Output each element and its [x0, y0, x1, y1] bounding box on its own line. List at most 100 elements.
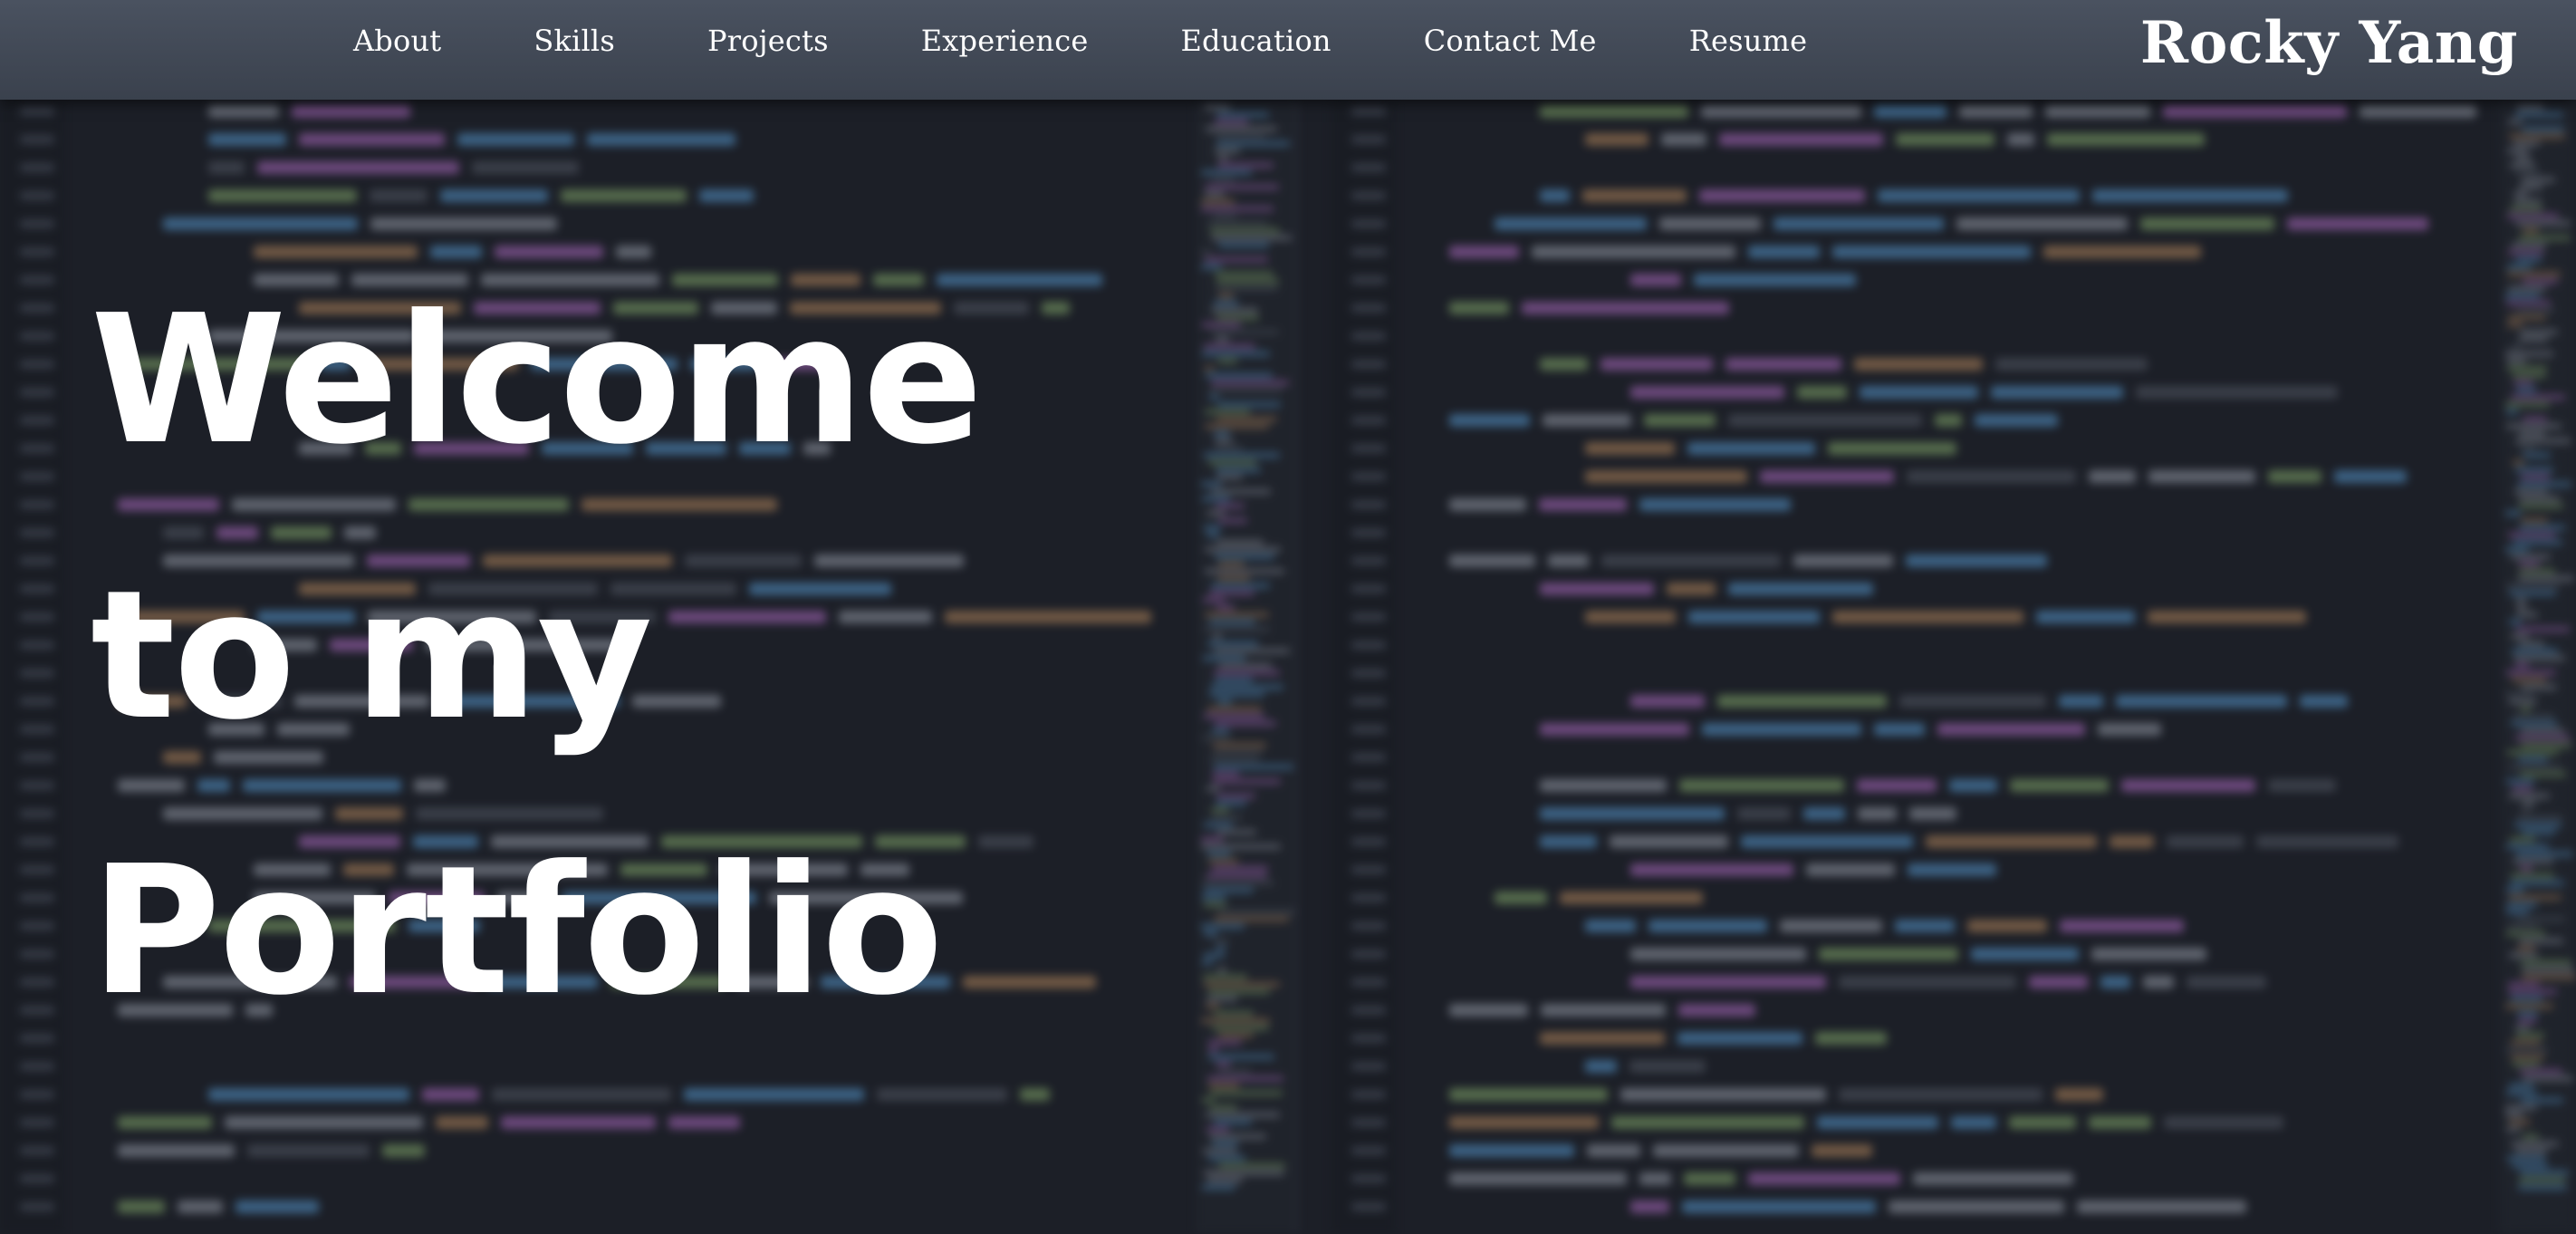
code-token [1610, 835, 1728, 848]
code-token [225, 1116, 423, 1129]
minimap-line [2506, 902, 2537, 907]
nav-link-about[interactable]: About [353, 24, 441, 58]
minimap-line [2518, 1185, 2567, 1190]
minimap-line [2523, 453, 2551, 458]
code-token [1684, 1172, 1735, 1185]
minimap-line [1207, 852, 1231, 856]
minimap-line [2511, 1055, 2544, 1059]
minimap-line [1214, 1120, 1252, 1124]
minimap-line [1217, 968, 1226, 972]
line-number [1351, 1118, 1386, 1127]
code-token [1540, 105, 1688, 118]
minimap-line [2514, 656, 2565, 660]
nav-link-resume[interactable]: Resume [1689, 24, 1808, 58]
code-token [1629, 1060, 1706, 1073]
line-number [20, 472, 54, 481]
code-token [2334, 470, 2407, 483]
code-token [208, 189, 357, 202]
code-token [1857, 779, 1937, 792]
code-token [2287, 217, 2428, 230]
code-token [1548, 554, 1589, 567]
line-number [1351, 247, 1386, 256]
minimap-line [1201, 924, 1245, 929]
code-token [492, 1088, 671, 1101]
minimap-line [2507, 1156, 2545, 1161]
minimap-line [2505, 352, 2553, 356]
minimap-line [1203, 736, 1231, 740]
minimap-line [2506, 1047, 2548, 1052]
minimap-line [1204, 344, 1255, 349]
code-token [2029, 976, 2088, 988]
minimap-line [1209, 388, 1283, 392]
code-token [2036, 611, 2135, 623]
nav-link-experience[interactable]: Experience [921, 24, 1089, 58]
code-token [1540, 1032, 1665, 1045]
code-token [1797, 386, 1847, 399]
minimap-line [2512, 243, 2546, 247]
code-token [370, 189, 428, 202]
code-token [1587, 1144, 1640, 1157]
minimap-line [2515, 170, 2540, 175]
code-token [2045, 105, 2150, 118]
nav-link-projects[interactable]: Projects [707, 24, 829, 58]
hero-line-welcome: Welcome [91, 277, 983, 484]
minimap-line [2509, 794, 2550, 798]
line-number [1351, 1090, 1386, 1099]
code-token [1449, 302, 1509, 314]
line-number [20, 163, 54, 172]
code-token [1702, 723, 1861, 736]
code-token [208, 133, 286, 146]
minimap-line [2514, 381, 2533, 385]
line-number [1351, 921, 1386, 930]
line-number [1351, 1062, 1386, 1071]
minimap-line [1212, 728, 1229, 733]
minimap-left [1196, 100, 1295, 1234]
code-token [1585, 1060, 1617, 1073]
minimap-line [2508, 120, 2523, 124]
minimap-line [2515, 221, 2571, 226]
minimap-line [2505, 692, 2533, 697]
minimap-line [2511, 721, 2557, 726]
code-token [1991, 386, 2123, 399]
line-number [1351, 360, 1386, 369]
minimap-line [2511, 554, 2551, 559]
minimap-line [1206, 1004, 1219, 1008]
minimap-line [1216, 112, 1269, 117]
code-token [1540, 807, 1725, 820]
minimap-line [1204, 931, 1217, 936]
code-pane-right [1331, 100, 2500, 1234]
minimap-line [2506, 301, 2551, 305]
nav-link-skills[interactable]: Skills [533, 24, 615, 58]
code-token [684, 1088, 864, 1101]
code-token [1832, 246, 2031, 258]
code-token [2059, 695, 2103, 708]
code-token [422, 1088, 479, 1101]
minimap-line [1201, 482, 1222, 487]
minimap-line [2507, 359, 2526, 363]
code-token [1449, 414, 1530, 427]
line-number [20, 219, 54, 228]
code-token [587, 133, 735, 146]
line-number [20, 697, 54, 706]
minimap-line [1204, 714, 1264, 718]
minimap-line [1213, 779, 1281, 784]
nav-link-contact-me[interactable]: Contact Me [1424, 24, 1597, 58]
minimap-line [2510, 881, 2564, 885]
code-token [1895, 920, 1955, 932]
site-brand-name[interactable]: Rocky Yang [2140, 9, 2518, 77]
code-token [457, 133, 574, 146]
minimap-line [1211, 808, 1229, 813]
code-token [370, 217, 557, 230]
nav-link-education[interactable]: Education [1181, 24, 1331, 58]
minimap-line [2519, 569, 2555, 574]
minimap-line [2506, 844, 2549, 849]
code-token [1543, 414, 1631, 427]
minimap-line [2509, 953, 2538, 958]
minimap-line [2515, 1026, 2530, 1030]
minimap-line [1216, 1062, 1231, 1066]
minimap-line [2517, 105, 2543, 110]
minimap-line [1215, 721, 1276, 726]
minimap-line [2509, 134, 2565, 139]
line-number [1351, 107, 1386, 116]
minimap-line [1211, 489, 1271, 494]
